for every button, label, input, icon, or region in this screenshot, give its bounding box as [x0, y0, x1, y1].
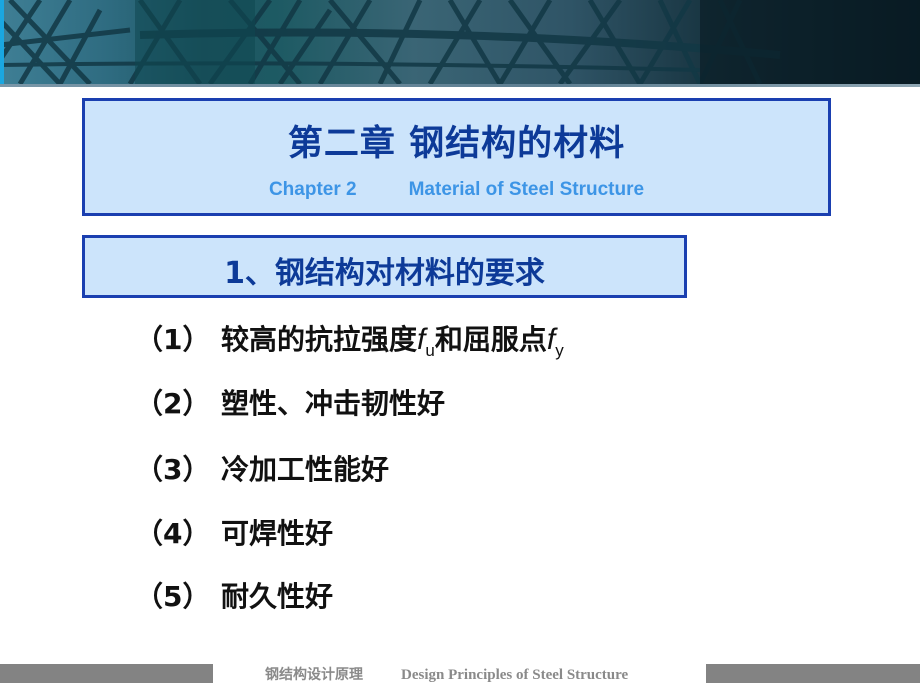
yield-point-subscript: y [555, 341, 564, 360]
yield-point-symbol: f [546, 323, 556, 356]
banner-accent-edge [0, 0, 4, 84]
chapter-title-box: 第二章 钢结构的材料 Chapter 2 Material of Steel St… [82, 98, 831, 216]
banner-divider [0, 84, 920, 87]
footer-bar-right [706, 664, 920, 683]
steel-frame-graphic [0, 0, 920, 84]
requirement-number: （3） [135, 453, 211, 486]
requirement-text-part: 和屈服点 [434, 323, 547, 356]
requirement-text: 可焊性好 [221, 517, 334, 550]
footer-bar-left [0, 664, 213, 683]
header-banner-image [0, 0, 920, 84]
tensile-strength-subscript: u [425, 341, 435, 360]
footer-course-chinese: 钢结构设计原理 [265, 667, 363, 683]
requirement-text-part: 较高的抗拉强度 [221, 323, 418, 356]
chapter-title-chinese: 第二章 钢结构的材料 [287, 124, 626, 164]
requirement-number: （1） [135, 323, 211, 356]
section-heading: 1、钢结构对材料的要求 [224, 256, 545, 291]
requirement-text: 耐久性好 [221, 580, 334, 613]
requirement-number: （4） [135, 517, 211, 550]
chapter-number: Chapter 2 [268, 179, 357, 200]
chapter-title-english: Chapter 2 Material of Steel Structure [85, 179, 828, 201]
section-heading-box: 1、钢结构对材料的要求 [82, 235, 687, 298]
chapter-name-english: Material of Steel Structure [408, 179, 645, 200]
requirement-text: 塑性、冲击韧性好 [221, 387, 446, 420]
requirement-number: （5） [135, 580, 211, 613]
requirement-text: 冷加工性能好 [221, 453, 390, 486]
requirement-number: （2） [135, 387, 211, 420]
requirement-text: 较高的抗拉强度fu和屈服点fy [221, 318, 564, 361]
footer-course-title: 钢结构设计原理 Design Principles of Steel Struct… [265, 664, 628, 684]
footer-course-english: Design Principles of Steel Structure [401, 667, 629, 683]
